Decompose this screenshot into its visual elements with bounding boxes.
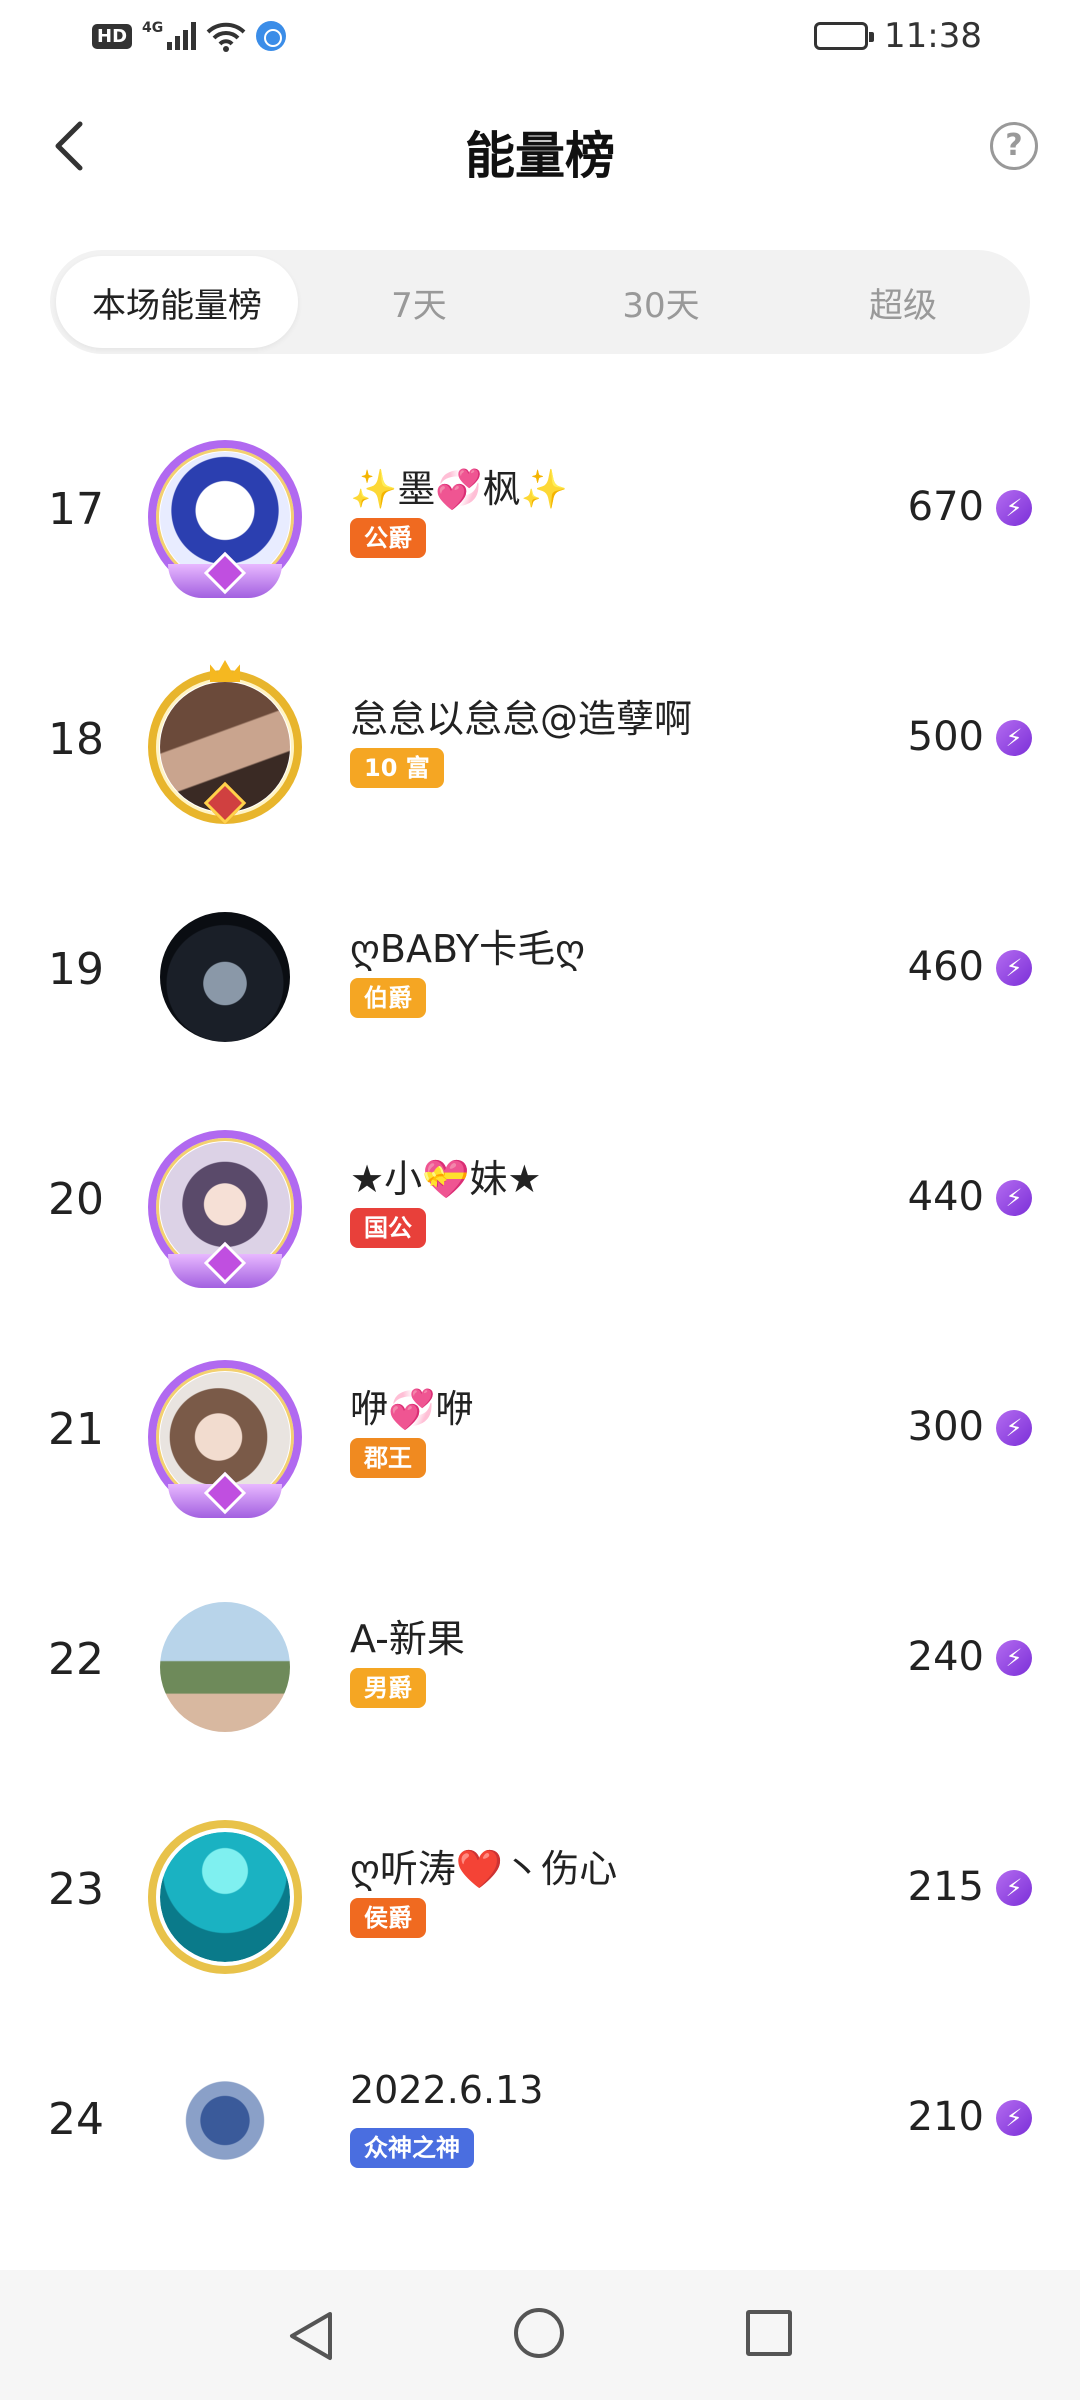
- energy-score: 300: [907, 1404, 984, 1450]
- rank-badge: 伯爵: [350, 978, 426, 1018]
- list-item[interactable]: 17 ✨墨💞枫✨ 公爵 670 ⚡: [0, 400, 1080, 630]
- rank-number: 24: [48, 2094, 104, 2145]
- avatar[interactable]: [148, 1130, 302, 1288]
- system-nav-bar: [0, 2270, 1080, 2400]
- avatar[interactable]: [148, 900, 302, 1054]
- lightning-icon: ⚡: [996, 1410, 1032, 1446]
- rank-badge: 侯爵: [350, 1898, 426, 1938]
- help-icon[interactable]: ?: [990, 122, 1038, 170]
- tab-current-session[interactable]: 本场能量榜: [56, 256, 298, 348]
- list-item[interactable]: 23 ღ听涛❤️丶伤心 侯爵 215 ⚡: [0, 1780, 1080, 2010]
- page-title: 能量榜: [465, 127, 615, 185]
- energy-score: 460: [907, 944, 984, 990]
- nav-home-icon[interactable]: [514, 2308, 564, 2358]
- signal-icon: [167, 22, 197, 50]
- user-name: ღBABY卡毛ღ: [350, 927, 586, 971]
- energy-score: 210: [907, 2094, 984, 2140]
- user-name: A-新果: [350, 1617, 465, 1661]
- energy-score: 440: [907, 1174, 984, 1220]
- status-bar: HD 4G 11:38: [0, 0, 1080, 80]
- nav-back-icon[interactable]: [286, 2310, 336, 2362]
- lightning-icon: ⚡: [996, 1180, 1032, 1216]
- battery-icon: [814, 22, 875, 50]
- user-name: ★小💝妹★: [350, 1157, 542, 1201]
- energy-score: 240: [907, 1634, 984, 1680]
- user-name: ღ听涛❤️丶伤心: [350, 1847, 618, 1891]
- user-name: 咿💞咿: [350, 1387, 474, 1431]
- status-right: 11:38: [814, 16, 982, 56]
- tab-super[interactable]: 超级: [782, 256, 1024, 348]
- hd-icon: HD: [92, 23, 133, 49]
- avatar[interactable]: [148, 1820, 302, 1974]
- rank-number: 17: [48, 484, 104, 535]
- rank-number: 18: [48, 714, 104, 765]
- header: 能量榜 ?: [0, 90, 1080, 200]
- lightning-icon: ⚡: [996, 1640, 1032, 1676]
- lightning-icon: ⚡: [996, 1870, 1032, 1906]
- rank-number: 19: [48, 944, 104, 995]
- list-item[interactable]: 21 咿💞咿 郡王 300 ⚡: [0, 1320, 1080, 1550]
- user-name: 2022.6.13: [350, 2068, 544, 2112]
- list-item[interactable]: 20 ★小💝妹★ 国公 440 ⚡: [0, 1090, 1080, 1320]
- tab-7-days[interactable]: 7天: [298, 256, 540, 348]
- avatar[interactable]: [148, 1590, 302, 1744]
- rank-badge: 公爵: [350, 518, 426, 558]
- lightning-icon: ⚡: [996, 950, 1032, 986]
- lightning-icon: ⚡: [996, 720, 1032, 756]
- rank-number: 23: [48, 1864, 104, 1915]
- avatar[interactable]: [148, 660, 302, 825]
- lightning-icon: ⚡: [996, 490, 1032, 526]
- network-type: 4G: [142, 20, 164, 36]
- ranking-list: 17 ✨墨💞枫✨ 公爵 670 ⚡ 18 怠怠以怠怠@造孽啊 10 富 500 …: [0, 400, 1080, 2240]
- avatar[interactable]: [148, 2050, 302, 2204]
- energy-score: 500: [907, 714, 984, 760]
- status-left: HD 4G: [92, 20, 287, 52]
- avatar[interactable]: [148, 440, 302, 598]
- rank-badge: 男爵: [350, 1668, 426, 1708]
- rank-number: 20: [48, 1174, 104, 1225]
- rank-badge: 国公: [350, 1208, 426, 1248]
- rank-number: 22: [48, 1634, 104, 1685]
- list-item[interactable]: 22 A-新果 男爵 240 ⚡: [0, 1550, 1080, 1780]
- user-name: 怠怠以怠怠@造孽啊: [350, 697, 693, 741]
- lightning-icon: ⚡: [996, 2100, 1032, 2136]
- nav-recent-apps-icon[interactable]: [746, 2310, 792, 2356]
- list-item[interactable]: 24 2022.6.13 众神之神 210 ⚡: [0, 2010, 1080, 2240]
- energy-score: 215: [907, 1864, 984, 1910]
- list-item[interactable]: 19 ღBABY卡毛ღ 伯爵 460 ⚡: [0, 860, 1080, 1090]
- user-name: ✨墨💞枫✨: [350, 467, 568, 511]
- period-tabs: 本场能量榜 7天 30天 超级: [50, 250, 1030, 354]
- clock: 11:38: [884, 16, 982, 56]
- rank-number: 21: [48, 1404, 104, 1455]
- wifi-icon: [206, 22, 246, 52]
- tab-30-days[interactable]: 30天: [540, 256, 782, 348]
- globe-icon: [256, 21, 287, 51]
- list-item[interactable]: 18 怠怠以怠怠@造孽啊 10 富 500 ⚡: [0, 630, 1080, 860]
- rank-badge: 郡王: [350, 1438, 426, 1478]
- rank-badge: 10 富: [350, 748, 444, 788]
- rank-badge: 众神之神: [350, 2128, 474, 2168]
- avatar[interactable]: [148, 1360, 302, 1518]
- energy-score: 670: [907, 484, 984, 530]
